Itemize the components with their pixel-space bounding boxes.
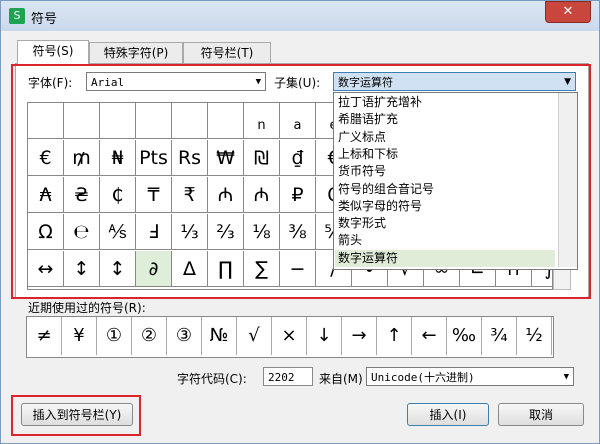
char-code-label: 字符代码(C): <box>177 372 247 386</box>
symbol-cell[interactable]: ₫ <box>280 140 316 176</box>
recent-symbol-cell[interactable]: → <box>342 317 377 355</box>
symbol-cell[interactable] <box>28 103 64 139</box>
symbol-cell[interactable] <box>64 103 100 139</box>
recent-symbol-cell[interactable]: ‰ <box>447 317 482 355</box>
symbol-dialog: S 符号 ✕ 符号(S) 特殊字符(P) 符号栏(T) 字体(F): Arial… <box>0 0 600 444</box>
symbol-cell[interactable]: ₽ <box>280 177 316 213</box>
font-select[interactable]: Arial ▼ <box>86 72 266 91</box>
chevron-down-icon: ▼ <box>255 77 261 87</box>
wps-app-icon: S <box>9 8 25 24</box>
subset-value: 数字运算符 <box>338 76 393 89</box>
symbol-cell[interactable]: ∆ <box>172 251 208 287</box>
symbol-cell[interactable]: ⅓ <box>172 214 208 250</box>
symbol-cell[interactable]: ∏ <box>208 251 244 287</box>
symbol-cell[interactable]: ⅍ <box>100 214 136 250</box>
recent-symbol-cell[interactable]: ← <box>412 317 447 355</box>
symbol-cell[interactable]: ⅜ <box>280 214 316 250</box>
symbol-cell[interactable]: Ω <box>28 214 64 250</box>
recent-symbol-cell[interactable]: ¥ <box>62 317 97 355</box>
symbol-cell[interactable]: ↔ <box>28 251 64 287</box>
symbol-cell[interactable] <box>172 103 208 139</box>
dropdown-option[interactable]: 广义标点 <box>338 129 386 146</box>
cancel-button[interactable]: 取消 <box>498 403 584 426</box>
recent-symbols-row: ≠ ¥ ① ② ③ № √ × ↓ → ↑ ← ‰ ¾ ½ <box>26 316 554 358</box>
symbol-cell[interactable]: ⅛ <box>244 214 280 250</box>
symbol-cell[interactable]: ₳ <box>28 177 64 213</box>
tab-symbols[interactable]: 符号(S) <box>17 40 89 65</box>
symbol-cell[interactable]: ↕ <box>100 251 136 287</box>
symbol-cell[interactable]: ∑ <box>244 251 280 287</box>
chevron-down-icon: ▼ <box>563 372 569 382</box>
close-button[interactable]: ✕ <box>545 1 591 23</box>
from-value: Unicode(十六进制) <box>371 371 475 384</box>
insert-to-symbol-bar-button[interactable]: 插入到符号栏(Y) <box>21 403 133 426</box>
recent-symbol-cell[interactable]: ③ <box>167 317 202 355</box>
symbol-cell[interactable]: ₦ <box>100 140 136 176</box>
symbol-cell[interactable]: Ⅎ <box>136 214 172 250</box>
window-title: 符号 <box>31 12 58 27</box>
font-value: Arial <box>91 76 125 89</box>
recent-symbol-cell[interactable]: ↓ <box>307 317 342 355</box>
symbol-cell[interactable]: ₪ <box>244 140 280 176</box>
recent-label: 近期使用过的符号(R): <box>28 301 146 315</box>
subset-dropdown-list[interactable]: 拉丁语扩充增补 希腊语扩充 广义标点 上标和下标 货币符号 符号的组合音记号 类似字母的符号… <box>333 92 578 270</box>
from-label: 来自(M) <box>319 372 363 386</box>
recent-symbol-cell[interactable]: √ <box>237 317 272 355</box>
recent-symbol-cell[interactable]: ↑ <box>377 317 412 355</box>
symbol-cell[interactable]: − <box>280 251 316 287</box>
symbol-cell[interactable]: ₵ <box>100 177 136 213</box>
symbol-cell[interactable]: ₴ <box>64 177 100 213</box>
symbol-cell[interactable]: ₹ <box>172 177 208 213</box>
symbol-cell[interactable]: Rs <box>172 140 208 176</box>
char-code-input[interactable]: 2202 <box>263 367 313 386</box>
recent-symbol-cell[interactable]: ¾ <box>482 317 517 355</box>
symbol-cell[interactable] <box>208 103 244 139</box>
dropdown-option[interactable]: 数字运算符 <box>335 249 555 267</box>
symbol-cell[interactable]: ₩ <box>208 140 244 176</box>
symbol-cell[interactable]: ₼ <box>244 177 280 213</box>
symbol-cell[interactable]: n <box>244 103 280 139</box>
dropdown-option[interactable]: 箭头 <box>338 232 362 249</box>
dropdown-option[interactable]: 希腊语扩充 <box>338 111 398 128</box>
from-select[interactable]: Unicode(十六进制) ▼ <box>366 367 574 386</box>
dropdown-scrollbar[interactable] <box>558 93 577 267</box>
symbol-cell[interactable]: Pts <box>136 140 172 176</box>
tab-symbol-bar[interactable]: 符号栏(T) <box>183 42 271 64</box>
dropdown-option[interactable]: 符号的组合音记号 <box>338 181 434 198</box>
subset-label: 子集(U): <box>274 76 321 90</box>
symbol-cell[interactable]: ₸ <box>136 177 172 213</box>
symbol-cell[interactable] <box>100 103 136 139</box>
recent-symbol-cell[interactable]: ½ <box>517 317 552 355</box>
font-label: 字体(F): <box>28 76 73 90</box>
tab-special-chars[interactable]: 特殊字符(P) <box>89 42 183 64</box>
symbol-cell[interactable]: ₥ <box>64 140 100 176</box>
symbol-cell[interactable]: € <box>28 140 64 176</box>
symbol-cell[interactable] <box>136 103 172 139</box>
recent-symbol-cell[interactable]: ① <box>97 317 132 355</box>
recent-symbol-cell[interactable]: ≠ <box>27 317 62 355</box>
symbol-cell[interactable]: ₼ <box>208 177 244 213</box>
dropdown-option[interactable]: 类似字母的符号 <box>338 198 422 215</box>
chevron-down-icon: ▼ <box>564 77 571 87</box>
subset-select[interactable]: 数字运算符 ▼ <box>333 72 576 91</box>
symbol-cell[interactable]: ∂ <box>136 251 172 287</box>
symbol-cell[interactable]: a <box>280 103 316 139</box>
dropdown-option[interactable]: 数字形式 <box>338 215 386 232</box>
dropdown-option[interactable]: 货币符号 <box>338 163 386 180</box>
symbol-cell[interactable]: ℮ <box>64 214 100 250</box>
title-bar: S 符号 ✕ <box>1 1 599 31</box>
dropdown-option[interactable]: 拉丁语扩充增补 <box>338 94 422 111</box>
recent-symbol-cell[interactable]: ② <box>132 317 167 355</box>
recent-symbol-cell[interactable]: × <box>272 317 307 355</box>
symbol-cell[interactable]: ↕ <box>64 251 100 287</box>
dropdown-option[interactable]: 上标和下标 <box>338 146 398 163</box>
symbol-cell[interactable]: ⅔ <box>208 214 244 250</box>
insert-button[interactable]: 插入(I) <box>407 403 489 426</box>
recent-symbol-cell[interactable]: № <box>202 317 237 355</box>
